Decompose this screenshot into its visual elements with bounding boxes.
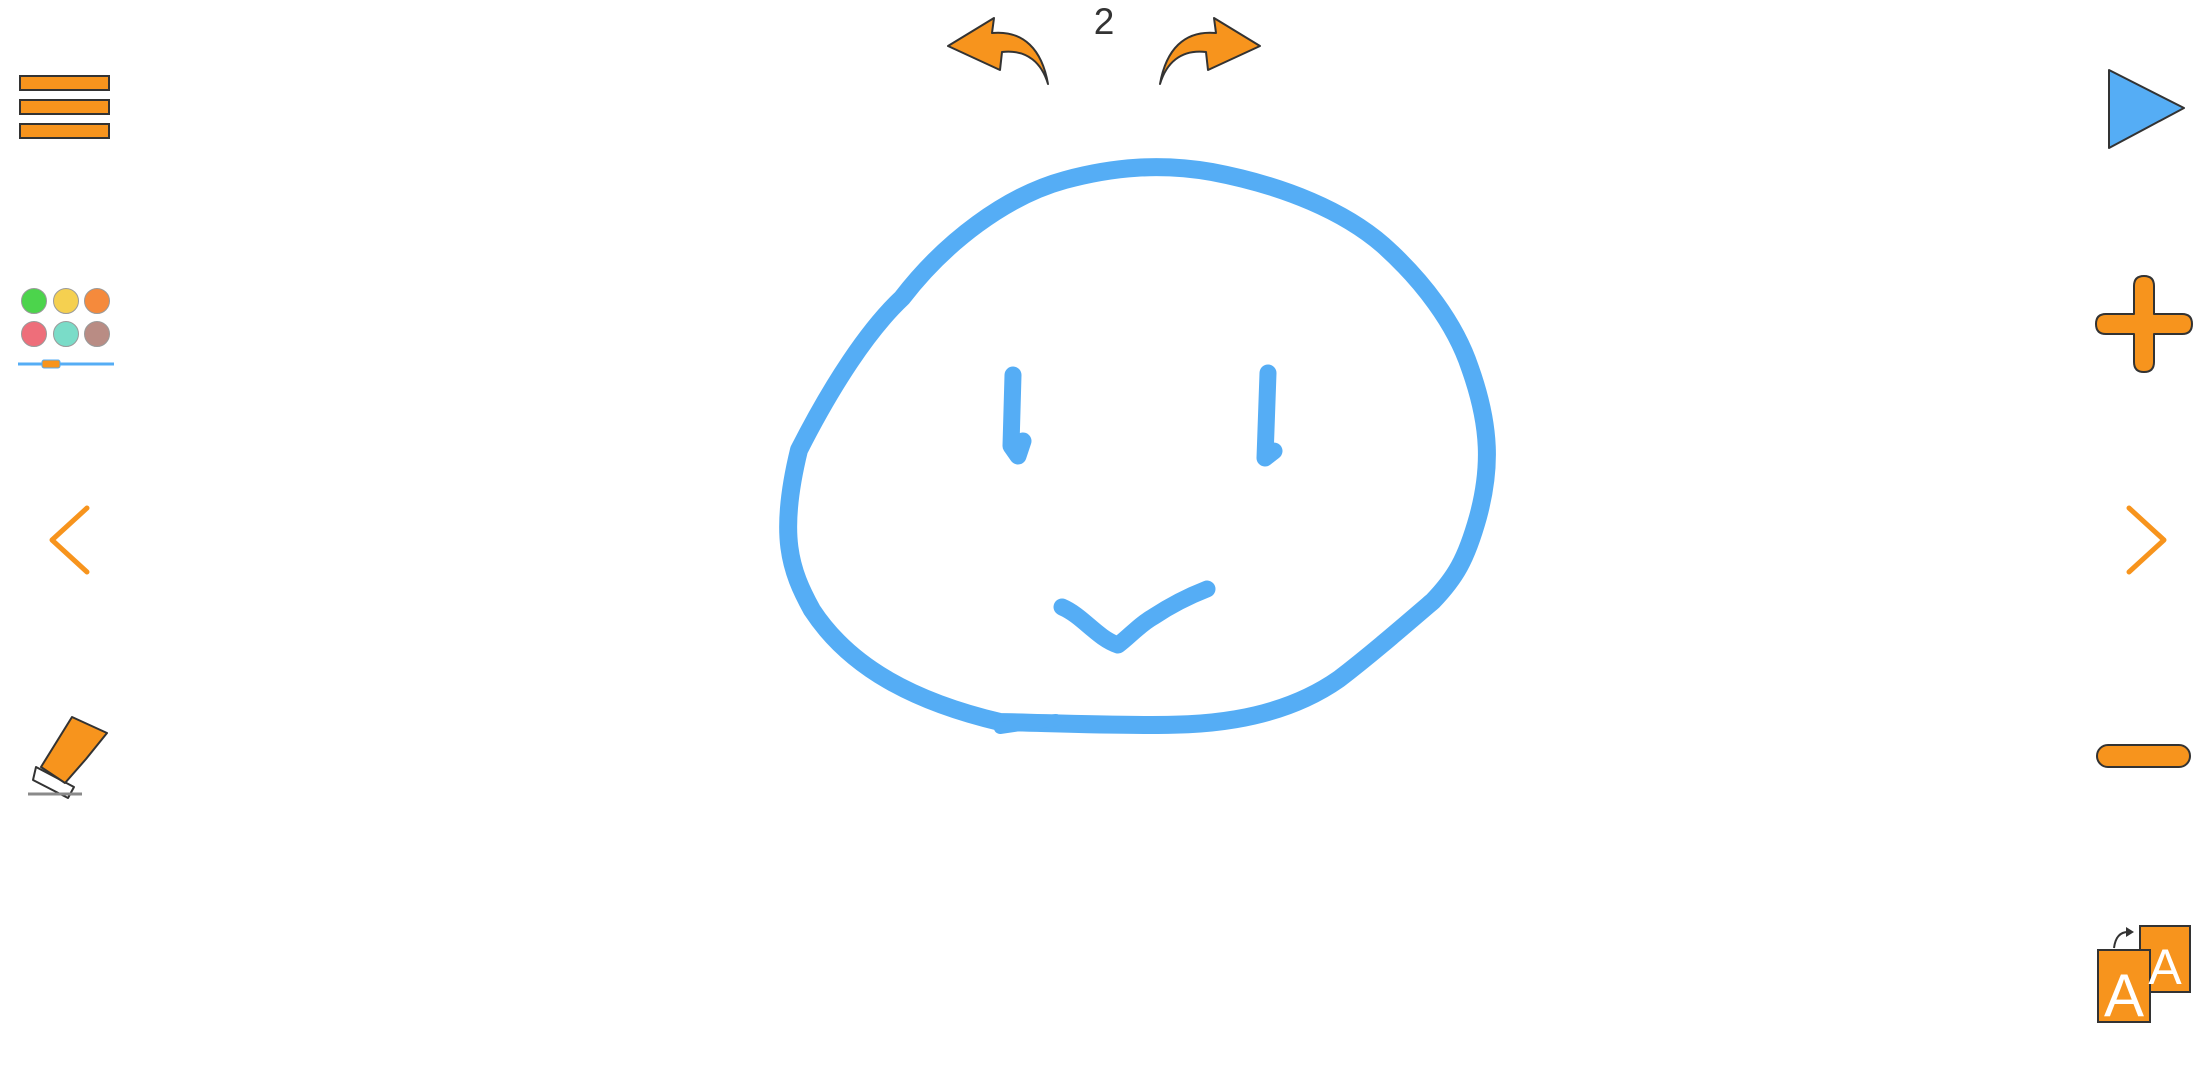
font-switch-letter-back: A xyxy=(2148,939,2182,995)
next-page-button[interactable] xyxy=(2122,500,2172,580)
palette-swatch-teal[interactable] xyxy=(53,321,79,347)
eraser-button[interactable] xyxy=(28,712,112,799)
undo-button[interactable] xyxy=(940,12,1050,87)
redo-arrow-icon xyxy=(1159,17,1261,85)
color-palette-button[interactable] xyxy=(16,284,116,372)
redo-button[interactable] xyxy=(1158,12,1268,87)
palette-swatch-pink[interactable] xyxy=(21,321,47,347)
hamburger-menu-icon xyxy=(19,75,110,139)
play-icon xyxy=(2108,69,2185,149)
plus-icon xyxy=(2095,275,2193,373)
mouth-stroke xyxy=(1053,580,1216,654)
color-palette-icon xyxy=(16,284,116,372)
palette-swatch-orange[interactable] xyxy=(84,288,110,314)
palette-swatch-brown[interactable] xyxy=(84,321,110,347)
drawing-app: 2 A A xyxy=(0,0,2208,1080)
palette-swatch-green[interactable] xyxy=(21,288,47,314)
chevron-right-icon xyxy=(2126,505,2167,575)
font-switch-button[interactable]: A A xyxy=(2096,924,2192,1029)
play-button[interactable] xyxy=(2106,66,2188,150)
zoom-out-button[interactable] xyxy=(2096,744,2192,770)
previous-page-button[interactable] xyxy=(44,500,94,580)
palette-swatch-yellow[interactable] xyxy=(53,288,79,314)
chevron-left-icon xyxy=(49,505,90,575)
right-eye-stroke xyxy=(1256,364,1283,467)
menu-button[interactable] xyxy=(18,72,114,146)
face-outline-tail-stroke xyxy=(994,714,1062,734)
face-outline-stroke xyxy=(779,158,1496,735)
eraser-icon xyxy=(28,716,108,799)
font-switch-icon: A A xyxy=(2097,925,2191,1029)
undo-arrow-icon xyxy=(947,17,1049,85)
smiley-face-drawing xyxy=(779,158,1496,735)
zoom-in-button[interactable] xyxy=(2095,275,2193,373)
minus-icon xyxy=(2096,744,2191,768)
drawing-canvas[interactable] xyxy=(140,110,2060,1070)
brush-size-slider-icon[interactable] xyxy=(16,358,116,370)
left-eye-stroke xyxy=(1002,366,1032,465)
page-number: 2 xyxy=(1093,1,1115,42)
font-switch-letter-front: A xyxy=(2104,962,2144,1029)
